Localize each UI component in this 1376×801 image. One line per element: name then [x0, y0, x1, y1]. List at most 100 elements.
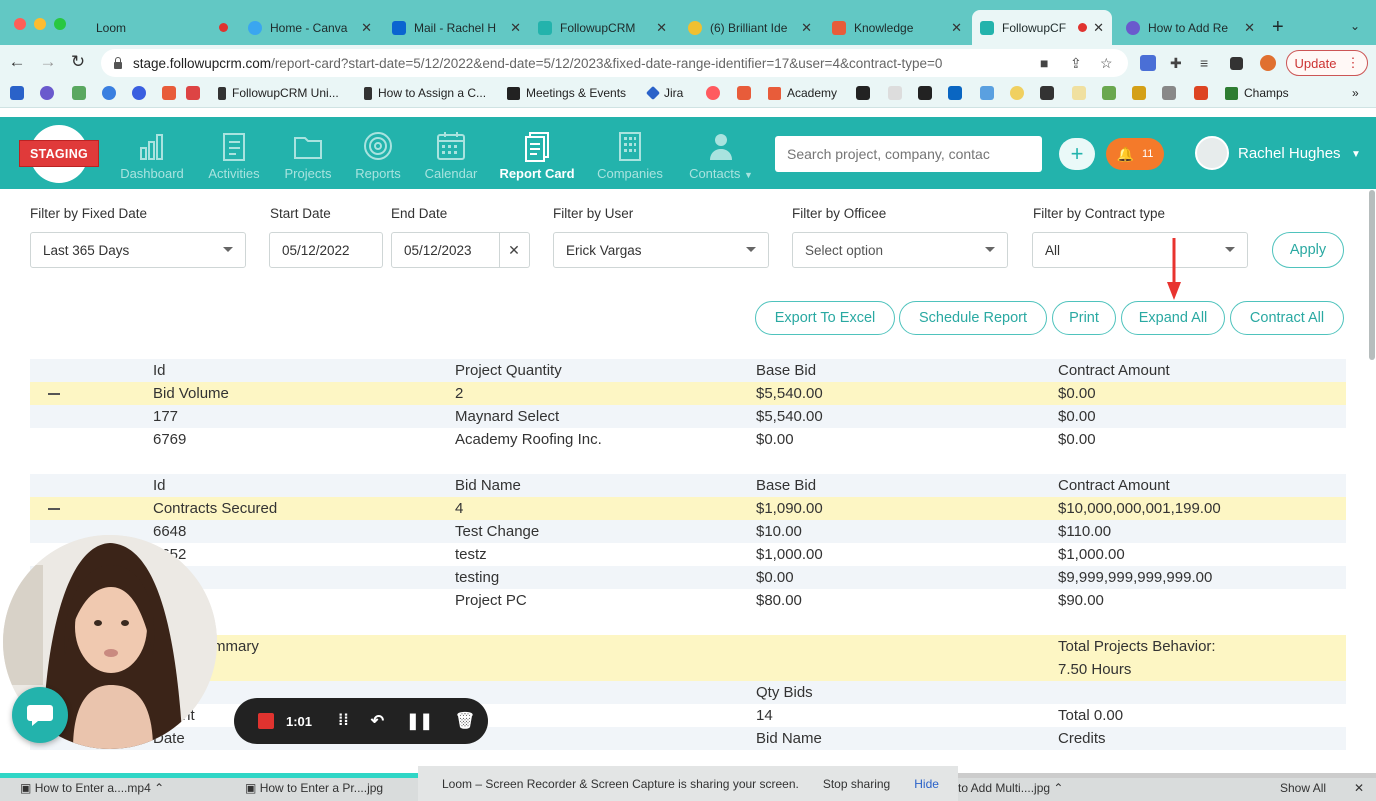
share-icon[interactable]: ⇪: [1070, 55, 1082, 72]
restart-icon[interactable]: ↶: [371, 711, 384, 731]
global-search-input[interactable]: [775, 136, 1042, 172]
fixed-date-select[interactable]: Last 365 Days: [30, 232, 246, 268]
reload-icon[interactable]: ↻: [68, 52, 88, 72]
nav-projects[interactable]: Projects: [278, 130, 338, 185]
expand-all-button[interactable]: Expand All: [1121, 301, 1225, 335]
tab-brilliant-ideas[interactable]: (6) Brilliant Ide ✕: [680, 10, 820, 45]
close-tab-icon[interactable]: ✕: [361, 20, 372, 36]
tab-how-to-add[interactable]: How to Add Re ✕: [1118, 10, 1263, 45]
nav-dashboard[interactable]: Dashboard: [116, 130, 188, 185]
bookmark-gear-icon[interactable]: [40, 86, 54, 100]
download-item[interactable]: ▣ How to Enter a....mp4 ⌃: [20, 781, 164, 795]
schedule-report-button[interactable]: Schedule Report: [899, 301, 1047, 335]
puzzle-icon[interactable]: ✚: [1170, 55, 1182, 72]
update-button[interactable]: Update ⋮: [1286, 50, 1368, 76]
trash-icon[interactable]: 🗑: [455, 711, 475, 731]
tab-loom[interactable]: Loom: [88, 10, 236, 45]
bookmark-academy[interactable]: Academy: [768, 86, 837, 100]
chevron-up-icon[interactable]: ⌃: [154, 781, 164, 795]
caret-down-icon[interactable]: ▼: [1351, 149, 1361, 160]
table-row[interactable]: 6652 testz $1,000.00 $1,000.00: [30, 543, 1346, 566]
table-row[interactable]: 6648 Test Change $10.00 $110.00: [30, 520, 1346, 543]
address-bar[interactable]: stage.followupcrm.com/report-card?start-…: [101, 49, 1128, 77]
user-select[interactable]: Erick Vargas: [553, 232, 769, 268]
clear-end-date-icon[interactable]: ✕: [499, 232, 530, 268]
start-date-input[interactable]: 05/12/2022: [269, 232, 383, 268]
tab-canva[interactable]: Home - Canva ✕: [240, 10, 380, 45]
nav-calendar[interactable]: Calendar: [418, 130, 484, 185]
reading-list-icon[interactable]: ≡: [1200, 55, 1208, 71]
maximize-window-icon[interactable]: [54, 18, 66, 30]
bookmark-bird-icon[interactable]: [980, 86, 994, 100]
close-tab-icon[interactable]: ✕: [656, 20, 667, 36]
bookmark-meetings-events[interactable]: Meetings & Events: [507, 86, 626, 100]
bookmark-heart-icon[interactable]: [1194, 86, 1208, 100]
back-icon[interactable]: ←: [7, 52, 27, 72]
nav-companies[interactable]: Companies: [592, 130, 668, 185]
bookmark-chart-icon[interactable]: [1040, 86, 1054, 100]
table-row[interactable]: 177 Maynard Select $5,540.00 $0.00: [30, 405, 1346, 428]
tab-knowledge[interactable]: Knowledge ✕: [824, 10, 970, 45]
tab-search-chevron-icon[interactable]: ⌄: [1350, 19, 1360, 33]
close-window-icon[interactable]: [14, 18, 26, 30]
drag-handle-icon[interactable]: ⁞⁞: [338, 712, 349, 730]
table-row[interactable]: testing $0.00 $9,999,999,999,999.00: [30, 566, 1346, 589]
bookmark-outlook-icon[interactable]: [10, 86, 24, 100]
bookmark-jira[interactable]: Jira: [645, 85, 683, 101]
avatar[interactable]: [1195, 136, 1229, 170]
download-item[interactable]: to Add Multi....jpg ⌃: [958, 781, 1063, 795]
extension-icon[interactable]: [1140, 55, 1156, 71]
bookmarks-overflow-icon[interactable]: »: [1352, 86, 1359, 100]
bookmark-how-to-assign[interactable]: How to Assign a C...: [364, 86, 486, 100]
notifications-button[interactable]: 🔔 11: [1106, 138, 1164, 170]
download-item[interactable]: ▣ How to Enter a Pr....jpg: [245, 781, 383, 795]
collapse-icon[interactable]: [48, 508, 60, 510]
hide-button[interactable]: Hide: [914, 777, 939, 791]
table-row[interactable]: 3-0018 Project PC $80.00 $90.00: [30, 589, 1346, 612]
nav-report-card[interactable]: Report Card: [496, 130, 578, 185]
close-tab-icon[interactable]: ✕: [1093, 20, 1104, 36]
user-name[interactable]: Rachel Hughes: [1238, 145, 1341, 162]
nav-contacts[interactable]: Contacts ▼: [682, 130, 760, 185]
contract-all-button[interactable]: Contract All: [1230, 301, 1344, 335]
bookmark-hubspot-icon[interactable]: [162, 86, 176, 100]
quick-add-button[interactable]: +: [1059, 138, 1095, 170]
export-to-excel-button[interactable]: Export To Excel: [755, 301, 895, 335]
pause-icon[interactable]: ❚❚: [406, 711, 433, 731]
tab-followupcrm[interactable]: FollowupCRM ✕: [530, 10, 675, 45]
nav-activities[interactable]: Activities: [202, 130, 266, 185]
bookmark-followupcrm-uni[interactable]: FollowupCRM Uni...: [218, 86, 339, 100]
activities-summary-row[interactable]: ivities Summary Total Projects Behavior:…: [30, 635, 1346, 681]
bookmark-sheet-icon[interactable]: [1102, 86, 1116, 100]
page-scrollbar[interactable]: [1369, 190, 1375, 360]
chat-bubble-button[interactable]: [12, 687, 68, 743]
collapse-icon[interactable]: [48, 393, 60, 395]
bookmark-microscope-icon[interactable]: [1162, 86, 1176, 100]
bookmark-notion-icon[interactable]: [856, 86, 870, 100]
bid-volume-summary-row[interactable]: Bid Volume 2 $5,540.00 $0.00: [30, 382, 1346, 405]
close-tab-icon[interactable]: ✕: [801, 20, 812, 36]
close-tab-icon[interactable]: ✕: [510, 20, 521, 36]
side-panel-icon[interactable]: [1230, 57, 1243, 70]
camera-icon[interactable]: ■: [1040, 55, 1048, 71]
officee-select[interactable]: Select option: [792, 232, 1008, 268]
contract-type-select[interactable]: All: [1032, 232, 1248, 268]
close-downloads-icon[interactable]: ✕: [1354, 781, 1364, 795]
contracts-secured-summary-row[interactable]: Contracts Secured 4 $1,090.00 $10,000,00…: [30, 497, 1346, 520]
table-row[interactable]: ement 14 Total 0.00: [30, 704, 1346, 727]
bookmark-leaf-icon[interactable]: [72, 86, 86, 100]
bookmark-airbnb-icon[interactable]: [706, 86, 720, 100]
bookmark-target-icon[interactable]: [132, 86, 146, 100]
close-tab-icon[interactable]: ✕: [1244, 20, 1255, 36]
bookmark-champs[interactable]: Champs: [1225, 86, 1289, 100]
chevron-up-icon[interactable]: ⌃: [1053, 781, 1063, 795]
tab-followupcrm-active[interactable]: FollowupCF ✕: [972, 10, 1112, 45]
bookmark-hubspot-icon[interactable]: [737, 86, 751, 100]
bookmark-globe-icon[interactable]: [102, 86, 116, 100]
bookmark-star-icon[interactable]: ☆: [1100, 55, 1113, 72]
minimize-window-icon[interactable]: [34, 18, 46, 30]
nav-reports[interactable]: Reports: [350, 130, 406, 185]
forward-icon[interactable]: →: [38, 52, 58, 72]
bookmark-trophy-icon[interactable]: [1132, 86, 1146, 100]
bookmark-graduation-cap-icon[interactable]: [918, 86, 932, 100]
